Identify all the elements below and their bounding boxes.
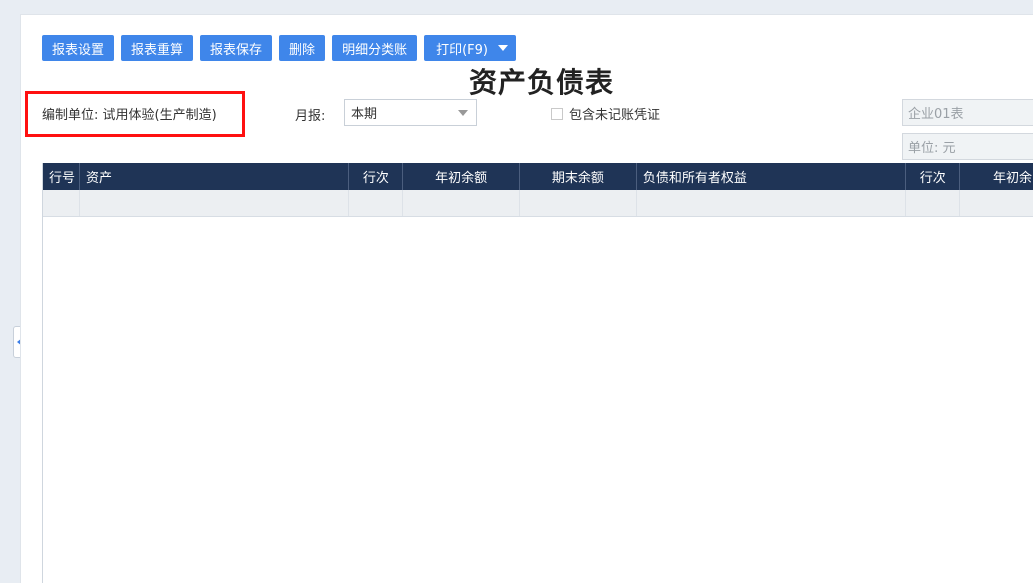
company-label: 编制单位: 试用体验(生产制造) bbox=[42, 108, 217, 123]
unit-field: 单位: 元 bbox=[902, 133, 1033, 160]
caret-down-icon[interactable] bbox=[497, 45, 508, 51]
period-type-label: 月报: bbox=[295, 109, 326, 124]
table-row[interactable] bbox=[43, 190, 1033, 217]
report-title: 资产负债表 bbox=[469, 66, 615, 99]
table-cell bbox=[906, 190, 961, 216]
include-unposted-label: 包含未记账凭证 bbox=[569, 108, 661, 123]
include-unposted-checkbox[interactable] bbox=[551, 107, 563, 120]
chevron-down-icon bbox=[458, 110, 468, 116]
table-cell bbox=[637, 190, 907, 216]
column-header-liabilities-equity: 负债和所有者权益 bbox=[637, 163, 907, 190]
period-select[interactable]: 本期 bbox=[344, 99, 477, 126]
table-cell bbox=[520, 190, 637, 216]
report-settings-button[interactable]: 报表设置 bbox=[42, 35, 115, 61]
period-select-value: 本期 bbox=[351, 107, 378, 122]
table-cell bbox=[960, 190, 1033, 216]
delete-button[interactable]: 删除 bbox=[279, 35, 326, 61]
column-header-line-no-2: 行次 bbox=[906, 163, 961, 190]
table-cell bbox=[43, 190, 80, 216]
print-button-label: 打印(F9) bbox=[436, 42, 488, 58]
table-header-row: 行号 资产 行次 年初余额 期末余额 负债和所有者权益 行次 年初余 bbox=[43, 163, 1033, 190]
column-header-closing-balance: 期末余额 bbox=[520, 163, 637, 190]
print-button[interactable]: 打印(F9) bbox=[424, 35, 516, 61]
column-header-assets: 资产 bbox=[80, 163, 350, 190]
include-unposted-option[interactable]: 包含未记账凭证 bbox=[551, 104, 660, 123]
toolbar: 报表设置 报表重算 报表保存 删除 明细分类账 打印(F9) bbox=[42, 35, 516, 61]
balance-sheet-table: 行号 资产 行次 年初余额 期末余额 负债和所有者权益 行次 年初余 bbox=[42, 163, 1033, 583]
column-header-line-no: 行次 bbox=[349, 163, 404, 190]
table-cell bbox=[349, 190, 404, 216]
left-rail bbox=[0, 0, 20, 583]
report-save-button[interactable]: 报表保存 bbox=[200, 35, 273, 61]
report-panel: 报表设置 报表重算 报表保存 删除 明细分类账 打印(F9) 资产负债表 编制单… bbox=[20, 14, 1033, 583]
column-header-opening-balance: 年初余额 bbox=[403, 163, 521, 190]
table-cell bbox=[403, 190, 521, 216]
column-header-row-no: 行号 bbox=[43, 163, 80, 190]
column-header-opening-balance-2: 年初余 bbox=[992, 171, 1032, 186]
report-recalculate-button[interactable]: 报表重算 bbox=[121, 35, 194, 61]
table-cell bbox=[80, 190, 350, 216]
form-code-field: 企业01表 bbox=[902, 99, 1033, 126]
detail-ledger-button[interactable]: 明细分类账 bbox=[332, 35, 418, 61]
